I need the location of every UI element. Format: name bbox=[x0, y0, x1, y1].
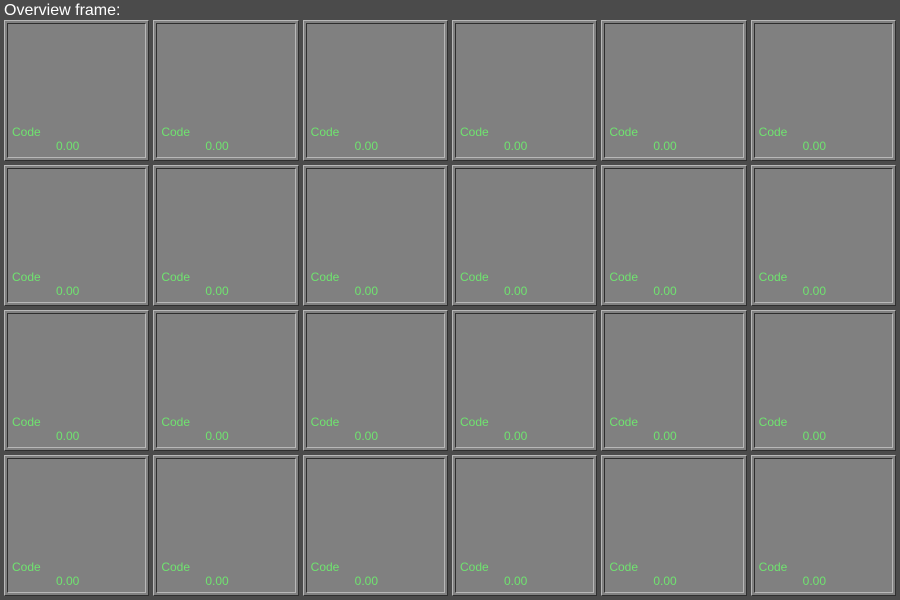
cell-value: 0.00 bbox=[56, 429, 79, 443]
cell-label: Code bbox=[759, 270, 788, 284]
cell-value: 0.00 bbox=[803, 429, 826, 443]
cell-label: Code bbox=[609, 125, 638, 139]
cell-value: 0.00 bbox=[205, 574, 228, 588]
overview-cell[interactable]: Code 0.00 bbox=[452, 20, 597, 161]
cell-value: 0.00 bbox=[56, 139, 79, 153]
overview-cell[interactable]: Code 0.00 bbox=[601, 20, 746, 161]
overview-cell[interactable]: Code 0.00 bbox=[751, 310, 896, 451]
cell-label: Code bbox=[759, 415, 788, 429]
cell-value: 0.00 bbox=[653, 429, 676, 443]
cell-value: 0.00 bbox=[205, 429, 228, 443]
cell-canvas: Code 0.00 bbox=[754, 168, 893, 303]
cell-canvas: Code 0.00 bbox=[604, 313, 743, 448]
cell-canvas: Code 0.00 bbox=[156, 458, 295, 593]
cell-label: Code bbox=[759, 125, 788, 139]
cell-canvas: Code 0.00 bbox=[7, 458, 146, 593]
cell-value: 0.00 bbox=[653, 139, 676, 153]
overview-cell[interactable]: Code 0.00 bbox=[303, 310, 448, 451]
overview-cell[interactable]: Code 0.00 bbox=[751, 455, 896, 596]
overview-cell[interactable]: Code 0.00 bbox=[601, 455, 746, 596]
cell-canvas: Code 0.00 bbox=[455, 313, 594, 448]
cell-label: Code bbox=[12, 270, 41, 284]
cell-label: Code bbox=[161, 270, 190, 284]
cell-value: 0.00 bbox=[355, 284, 378, 298]
panel-title: Overview frame: bbox=[0, 0, 900, 20]
cell-canvas: Code 0.00 bbox=[604, 458, 743, 593]
cell-value: 0.00 bbox=[56, 574, 79, 588]
overview-grid: Code 0.00 Code 0.00 Code 0.00 Code 0.00 Code… bbox=[0, 20, 900, 600]
cell-canvas: Code 0.00 bbox=[7, 23, 146, 158]
overview-cell[interactable]: Code 0.00 bbox=[153, 165, 298, 306]
cell-canvas: Code 0.00 bbox=[754, 458, 893, 593]
cell-canvas: Code 0.00 bbox=[455, 168, 594, 303]
cell-canvas: Code 0.00 bbox=[156, 168, 295, 303]
cell-label: Code bbox=[12, 125, 41, 139]
cell-label: Code bbox=[311, 560, 340, 574]
cell-label: Code bbox=[161, 125, 190, 139]
overview-cell[interactable]: Code 0.00 bbox=[303, 455, 448, 596]
cell-canvas: Code 0.00 bbox=[455, 458, 594, 593]
cell-label: Code bbox=[311, 270, 340, 284]
cell-canvas: Code 0.00 bbox=[604, 168, 743, 303]
cell-label: Code bbox=[311, 125, 340, 139]
overview-cell[interactable]: Code 0.00 bbox=[4, 310, 149, 451]
cell-value: 0.00 bbox=[205, 139, 228, 153]
cell-label: Code bbox=[161, 560, 190, 574]
cell-canvas: Code 0.00 bbox=[156, 313, 295, 448]
cell-canvas: Code 0.00 bbox=[306, 168, 445, 303]
cell-label: Code bbox=[759, 560, 788, 574]
cell-canvas: Code 0.00 bbox=[7, 313, 146, 448]
cell-value: 0.00 bbox=[355, 429, 378, 443]
cell-canvas: Code 0.00 bbox=[604, 23, 743, 158]
cell-label: Code bbox=[460, 270, 489, 284]
overview-cell[interactable]: Code 0.00 bbox=[601, 310, 746, 451]
cell-label: Code bbox=[12, 415, 41, 429]
cell-value: 0.00 bbox=[355, 574, 378, 588]
overview-cell[interactable]: Code 0.00 bbox=[751, 20, 896, 161]
cell-value: 0.00 bbox=[653, 574, 676, 588]
cell-value: 0.00 bbox=[504, 429, 527, 443]
cell-value: 0.00 bbox=[504, 284, 527, 298]
cell-canvas: Code 0.00 bbox=[306, 313, 445, 448]
overview-cell[interactable]: Code 0.00 bbox=[153, 20, 298, 161]
cell-value: 0.00 bbox=[653, 284, 676, 298]
overview-cell[interactable]: Code 0.00 bbox=[4, 20, 149, 161]
cell-value: 0.00 bbox=[205, 284, 228, 298]
cell-label: Code bbox=[609, 270, 638, 284]
cell-canvas: Code 0.00 bbox=[754, 23, 893, 158]
cell-value: 0.00 bbox=[803, 139, 826, 153]
cell-value: 0.00 bbox=[504, 139, 527, 153]
cell-canvas: Code 0.00 bbox=[455, 23, 594, 158]
overview-cell[interactable]: Code 0.00 bbox=[601, 165, 746, 306]
overview-cell[interactable]: Code 0.00 bbox=[751, 165, 896, 306]
cell-label: Code bbox=[12, 560, 41, 574]
overview-cell[interactable]: Code 0.00 bbox=[4, 455, 149, 596]
cell-label: Code bbox=[609, 560, 638, 574]
cell-label: Code bbox=[460, 560, 489, 574]
overview-cell[interactable]: Code 0.00 bbox=[153, 310, 298, 451]
cell-value: 0.00 bbox=[56, 284, 79, 298]
cell-canvas: Code 0.00 bbox=[306, 23, 445, 158]
overview-cell[interactable]: Code 0.00 bbox=[303, 20, 448, 161]
overview-cell[interactable]: Code 0.00 bbox=[452, 455, 597, 596]
cell-value: 0.00 bbox=[504, 574, 527, 588]
cell-label: Code bbox=[460, 125, 489, 139]
cell-value: 0.00 bbox=[803, 574, 826, 588]
overview-cell[interactable]: Code 0.00 bbox=[452, 310, 597, 451]
cell-label: Code bbox=[311, 415, 340, 429]
cell-label: Code bbox=[460, 415, 489, 429]
cell-value: 0.00 bbox=[355, 139, 378, 153]
overview-cell[interactable]: Code 0.00 bbox=[452, 165, 597, 306]
cell-label: Code bbox=[609, 415, 638, 429]
cell-label: Code bbox=[161, 415, 190, 429]
cell-value: 0.00 bbox=[803, 284, 826, 298]
cell-canvas: Code 0.00 bbox=[156, 23, 295, 158]
overview-cell[interactable]: Code 0.00 bbox=[153, 455, 298, 596]
overview-cell[interactable]: Code 0.00 bbox=[4, 165, 149, 306]
cell-canvas: Code 0.00 bbox=[7, 168, 146, 303]
overview-cell[interactable]: Code 0.00 bbox=[303, 165, 448, 306]
cell-canvas: Code 0.00 bbox=[754, 313, 893, 448]
cell-canvas: Code 0.00 bbox=[306, 458, 445, 593]
